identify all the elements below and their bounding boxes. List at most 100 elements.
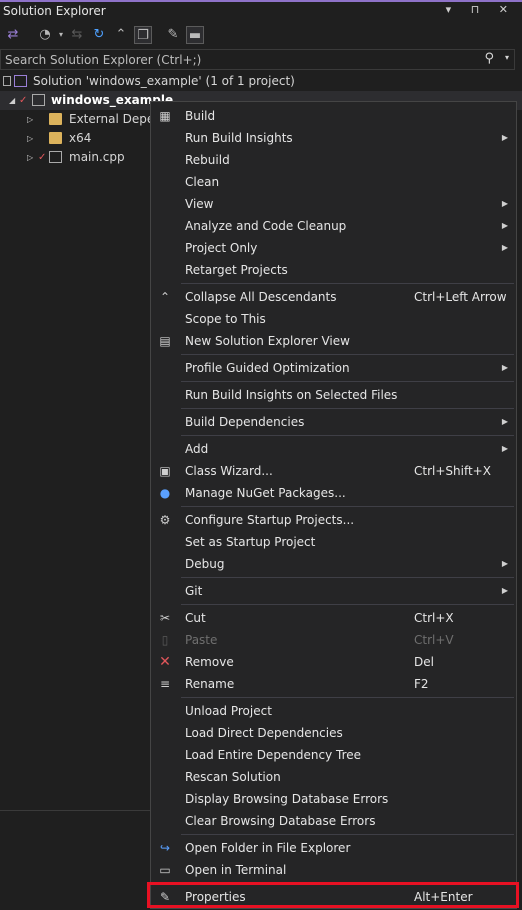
menu-item-shortcut: F2 — [414, 677, 429, 691]
menu-item-analyze[interactable]: Analyze and Code Cleanup ▶ — [151, 215, 516, 237]
nuget-icon: ● — [159, 486, 171, 500]
menu-item-label: New Solution Explorer View — [185, 334, 350, 348]
menu-item-git[interactable]: Git ▶ — [151, 580, 516, 602]
folder-icon — [49, 132, 62, 144]
menu-separator — [181, 408, 514, 409]
menu-item-label: Class Wizard... — [185, 464, 273, 478]
show-all-files-icon[interactable]: ❐ — [134, 26, 152, 44]
menu-item-class-wizard[interactable]: ▣ Class Wizard... Ctrl+Shift+X — [151, 460, 516, 482]
panel-title-controls[interactable]: ▾ ⊓ ✕ — [446, 3, 516, 16]
menu-item-clean[interactable]: Clean — [151, 171, 516, 193]
menu-item-profile-guided-optimization[interactable]: Profile Guided Optimization ▶ — [151, 357, 516, 379]
submenu-arrow-icon: ▶ — [501, 243, 508, 252]
menu-item-label: Rebuild — [185, 153, 230, 167]
tree-item-label: main.cpp — [69, 150, 125, 164]
menu-separator — [181, 577, 514, 578]
menu-item-label: Add — [185, 442, 209, 456]
menu-item-new-solution-explorer-view[interactable]: ▤ New Solution Explorer View — [151, 330, 516, 352]
solution-icon — [14, 75, 27, 87]
menu-item-shortcut: Ctrl+X — [414, 611, 454, 625]
cpp-file-icon — [49, 151, 62, 163]
rename-icon: ≡ — [159, 677, 171, 691]
collapse-all-icon[interactable]: ⌃ — [112, 26, 130, 44]
submenu-arrow-icon: ▶ — [501, 199, 508, 208]
search-icon[interactable]: ⚲ — [484, 51, 494, 66]
menu-item-unload-project[interactable]: Unload Project — [151, 700, 516, 722]
menu-item-cut[interactable]: ✂ Cut Ctrl+X — [151, 607, 516, 629]
menu-item-set-as-startup-project[interactable]: Set as Startup Project — [151, 531, 516, 553]
refresh-icon[interactable]: ↻ — [90, 26, 108, 44]
expand-arrow-icon[interactable]: ▷ — [27, 148, 33, 167]
menu-item-label: Cut — [185, 611, 206, 625]
menu-item-label: Git — [185, 584, 203, 598]
menu-separator — [181, 506, 514, 507]
menu-item-build-dependencies[interactable]: Build Dependencies ▶ — [151, 411, 516, 433]
menu-item-label: View — [185, 197, 214, 211]
panel-titlebar: Solution Explorer ▾ ⊓ ✕ — [0, 0, 522, 20]
menu-item-label: Display Browsing Database Errors — [185, 792, 389, 806]
menu-item-run-build-insights[interactable]: Run Build Insights ▶ — [151, 127, 516, 149]
switch-views-icon[interactable]: ⇄ — [4, 26, 22, 44]
submenu-arrow-icon: ▶ — [501, 133, 508, 142]
menu-item-label: Configure Startup Projects... — [185, 513, 355, 527]
menu-item-rescan-solution[interactable]: Rescan Solution — [151, 766, 516, 788]
wrench-icon[interactable]: ✎ — [164, 26, 182, 44]
expand-arrow-icon[interactable]: ◢ — [9, 91, 15, 110]
menu-item-label: Run Build Insights on Selected Files — [185, 388, 398, 402]
menu-item-label: Build Dependencies — [185, 415, 305, 429]
preview-selected-items-icon[interactable]: ▬ — [186, 26, 204, 44]
menu-item-clear-browsing-errors[interactable]: Clear Browsing Database Errors — [151, 810, 516, 832]
search-box[interactable]: ⚲ ▾ — [0, 49, 515, 70]
menu-item-load-direct-dependencies[interactable]: Load Direct Dependencies — [151, 722, 516, 744]
menu-item-label: Analyze and Code Cleanup — [185, 219, 347, 233]
lock-icon — [3, 76, 11, 86]
open-folder-icon: ↪ — [159, 841, 171, 855]
menu-separator — [181, 381, 514, 382]
expand-arrow-icon[interactable]: ▷ — [27, 129, 33, 148]
menu-item-rebuild[interactable]: Rebuild — [151, 149, 516, 171]
menu-item-shortcut: Ctrl+Left Arrow — [414, 290, 507, 304]
submenu-arrow-icon: ▶ — [501, 559, 508, 568]
remove-icon: ✕ — [159, 654, 171, 670]
menu-item-label: Collapse All Descendants — [185, 290, 337, 304]
menu-item-label: Unload Project — [185, 704, 272, 718]
menu-item-label: Load Entire Dependency Tree — [185, 748, 362, 762]
menu-item-view[interactable]: View ▶ — [151, 193, 516, 215]
menu-item-display-browsing-errors[interactable]: Display Browsing Database Errors — [151, 788, 516, 810]
tree-item-label: External Depen — [69, 112, 162, 126]
menu-item-load-entire-dependency-tree[interactable]: Load Entire Dependency Tree — [151, 744, 516, 766]
menu-item-manage-nuget[interactable]: ● Manage NuGet Packages... — [151, 482, 516, 504]
menu-item-scope-to-this[interactable]: Scope to This — [151, 308, 516, 330]
menu-item-build[interactable]: ▦ Build — [151, 105, 516, 127]
menu-separator — [181, 834, 514, 835]
menu-item-collapse-all-descendants[interactable]: ⌃ Collapse All Descendants Ctrl+Left Arr… — [151, 286, 516, 308]
project-icon — [32, 94, 45, 106]
sync-with-document-icon: ⇆ — [71, 27, 83, 42]
chevron-down-icon[interactable]: ▾ — [505, 53, 509, 62]
menu-item-label: Load Direct Dependencies — [185, 726, 343, 740]
search-input[interactable] — [1, 50, 475, 69]
menu-item-shortcut: Del — [414, 655, 434, 669]
menu-item-debug[interactable]: Debug ▶ — [151, 553, 516, 575]
menu-item-retarget-projects[interactable]: Retarget Projects — [151, 259, 516, 281]
menu-item-open-in-terminal[interactable]: ▭ Open in Terminal — [151, 859, 516, 881]
menu-item-rename[interactable]: ≡ Rename F2 — [151, 673, 516, 695]
paste-icon: ▯ — [161, 633, 169, 647]
solution-explorer-toolbar: ⇄ ◔ ▾ ⇆ ↻ ⌃ ❐ ✎ ▬ — [0, 22, 522, 48]
menu-item-configure-startup-projects[interactable]: ⚙ Configure Startup Projects... — [151, 509, 516, 531]
menu-item-add[interactable]: Add ▶ — [151, 438, 516, 460]
menu-separator — [181, 435, 514, 436]
build-icon: ▦ — [159, 109, 171, 123]
menu-item-project-only[interactable]: Project Only ▶ — [151, 237, 516, 259]
menu-item-open-folder[interactable]: ↪ Open Folder in File Explorer — [151, 837, 516, 859]
tree-solution-row[interactable]: Solution 'windows_example' (1 of 1 proje… — [0, 72, 522, 91]
menu-item-run-build-insights-selected[interactable]: Run Build Insights on Selected Files — [151, 384, 516, 406]
menu-item-label: Set as Startup Project — [185, 535, 316, 549]
external-dependencies-icon — [49, 113, 62, 125]
menu-item-label: Profile Guided Optimization — [185, 361, 350, 375]
menu-item-label: Run Build Insights — [185, 131, 293, 145]
menu-item-remove[interactable]: ✕ Remove Del — [151, 651, 516, 673]
expand-arrow-icon[interactable]: ▷ — [27, 110, 33, 129]
menu-item-label: Debug — [185, 557, 225, 571]
menu-item-label: Open in Terminal — [185, 863, 287, 877]
